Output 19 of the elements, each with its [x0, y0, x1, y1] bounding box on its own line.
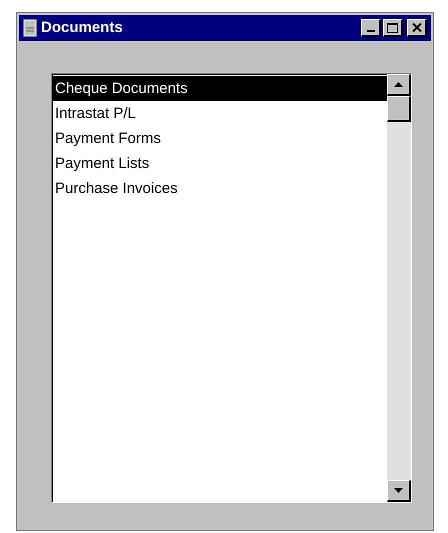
scroll-thumb[interactable] — [387, 96, 411, 122]
document-icon — [23, 19, 37, 37]
scroll-down-button[interactable] — [387, 480, 411, 502]
window-title: Documents — [41, 18, 124, 38]
close-icon — [412, 23, 422, 32]
up-arrow-icon — [394, 82, 403, 87]
list-item[interactable]: Payment Lists — [53, 151, 387, 176]
minimize-button[interactable] — [361, 19, 381, 37]
minimize-icon — [366, 30, 374, 32]
maximize-button[interactable] — [383, 19, 403, 37]
close-button[interactable] — [407, 19, 427, 37]
scrollbar[interactable] — [387, 74, 411, 502]
list-item[interactable]: Cheque Documents — [53, 76, 387, 101]
list-item[interactable]: Payment Forms — [53, 126, 387, 151]
down-arrow-icon — [394, 488, 403, 493]
list-item[interactable]: Intrastat P/L — [53, 101, 387, 126]
scroll-up-button[interactable] — [387, 74, 411, 96]
maximize-icon — [387, 22, 398, 32]
list-item[interactable]: Purchase Invoices — [53, 176, 387, 201]
